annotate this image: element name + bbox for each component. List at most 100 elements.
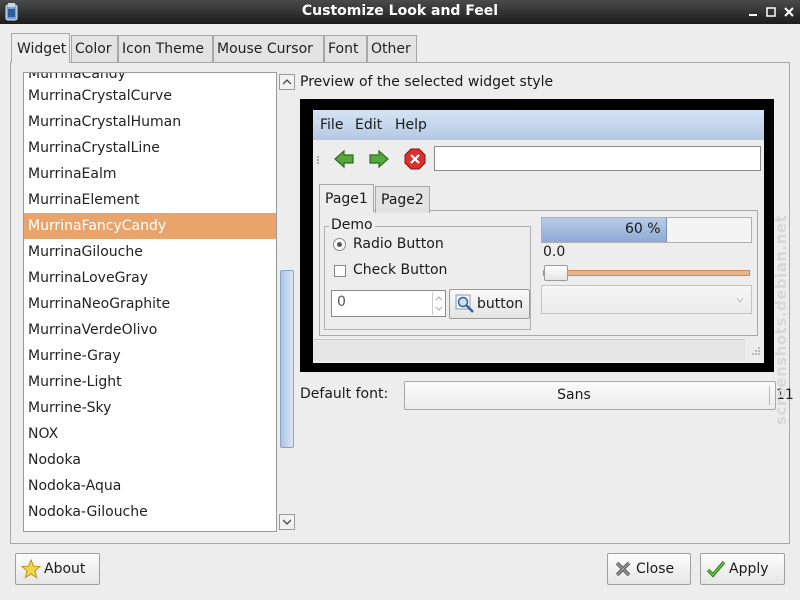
list-item[interactable]: MurrinaLoveGray [24, 265, 276, 291]
list-item-label: Nodoka-Gilouche [28, 504, 148, 520]
preview-menu-file[interactable]: File [320, 117, 343, 133]
back-arrow-icon[interactable] [333, 148, 355, 174]
list-item-label: Murrine-Gray [28, 348, 121, 364]
list-item[interactable]: Nodoka [24, 447, 276, 473]
stop-icon[interactable] [404, 148, 426, 174]
check-button-label: Check Button [353, 262, 448, 278]
tab-icon-theme[interactable]: Icon Theme [118, 35, 213, 62]
tab-font[interactable]: Font [324, 35, 367, 62]
list-item-label: MurrinaElement [28, 192, 140, 208]
preview-button[interactable]: button [449, 289, 530, 319]
forward-arrow-icon[interactable] [368, 148, 390, 174]
tab-widget[interactable]: Widget [11, 33, 70, 63]
apply-button-label: Apply [729, 561, 769, 577]
list-item-label: MurrinaCrystalLine [28, 140, 160, 156]
font-separator [769, 386, 770, 405]
star-icon [20, 558, 42, 580]
tab-font-label: Font [328, 41, 359, 57]
list-item-label: MurrinaVerdeOlivo [28, 322, 158, 338]
list-item-label: MurrinaCrystalCurve [28, 88, 172, 104]
apply-button[interactable]: Apply [700, 553, 785, 585]
preview-combo[interactable] [541, 285, 752, 314]
scale-slider[interactable] [544, 265, 568, 281]
scale-value: 0.0 [543, 244, 566, 260]
list-item-label: MurrinaCrystalHuman [28, 114, 182, 130]
font-name: Sans [557, 387, 591, 403]
preview-tab-page2-label: Page2 [381, 192, 424, 208]
minimize-icon[interactable] [746, 5, 760, 19]
preview-label: Preview of the selected widget style [300, 74, 554, 90]
list-item[interactable]: Nodoka-Aqua [24, 473, 276, 499]
list-item[interactable]: MurrinaGilouche [24, 239, 276, 265]
tab-color-label: Color [75, 41, 112, 57]
combo-arrow-icon [736, 297, 744, 303]
window-title: Customize Look and Feel [301, 3, 499, 19]
resize-grip-icon [752, 347, 760, 355]
toolbar-grip-icon [317, 156, 319, 164]
tab-icon-theme-label: Icon Theme [122, 41, 205, 57]
preview-tab-page2[interactable]: Page2 [375, 186, 430, 213]
list-item-label: MurrinaLoveGray [28, 270, 149, 286]
list-item[interactable]: MurrinaNeoGraphite [24, 291, 276, 317]
radio-button[interactable] [333, 238, 346, 251]
radio-button-label: Radio Button [353, 236, 444, 252]
list-item[interactable]: Murrine-Sky [24, 395, 276, 421]
default-font-label: Default font: [300, 386, 389, 402]
demo-frame-label: Demo [329, 217, 375, 233]
list-item-label: Nodoka-Aqua [28, 478, 122, 494]
list-item[interactable]: Nodoka-Gilouche [24, 499, 276, 525]
maximize-icon[interactable] [764, 5, 778, 19]
watermark-text: screenshots.debian.net [772, 214, 790, 425]
preview-tab-page1[interactable]: Page1 [319, 184, 374, 212]
list-item-label: MurrinaEalm [28, 166, 117, 182]
tab-widget-label: Widget [17, 40, 67, 57]
checkmark-icon [705, 558, 727, 580]
magnifier-icon [455, 294, 475, 314]
check-button[interactable] [334, 265, 346, 277]
scroll-up-icon[interactable] [279, 74, 295, 90]
close-button[interactable]: Close [607, 553, 691, 585]
close-window-icon[interactable] [782, 5, 796, 19]
scale-track[interactable] [543, 270, 750, 276]
about-button[interactable]: About [15, 553, 100, 585]
list-item-selected[interactable]: MurrinaFancyCandy [24, 213, 276, 239]
preview-tab-page1-label: Page1 [325, 190, 368, 207]
about-button-label: About [44, 561, 86, 577]
list-item-label: MurrinaFancyCandy [28, 218, 167, 234]
list-item[interactable]: MurrinaCrystalLine [24, 135, 276, 161]
scrollbar-thumb[interactable] [280, 270, 294, 448]
tab-mouse-cursor-label: Mouse Cursor [217, 41, 313, 57]
list-item-label: Murrine-Sky [28, 400, 112, 416]
theme-list[interactable]: MurrinaCandy MurrinaCrystalCurve Murrina… [23, 72, 277, 532]
font-picker-button[interactable]: Sans 11 [404, 381, 794, 410]
preview-url-entry[interactable] [434, 146, 761, 171]
list-item-label: NOX [28, 426, 59, 442]
list-item[interactable]: Murrine-Light [24, 369, 276, 395]
close-button-label: Close [636, 561, 675, 577]
list-scrollbar[interactable] [279, 72, 295, 532]
tab-other-label: Other [371, 41, 411, 57]
preview-button-label: button [477, 296, 524, 312]
progress-bar: 60 % [541, 217, 752, 243]
spin-arrows[interactable] [432, 292, 444, 315]
tab-color[interactable]: Color [71, 35, 118, 62]
list-item-label: Nodoka [28, 452, 81, 468]
scroll-down-icon[interactable] [279, 514, 295, 530]
tab-mouse-cursor[interactable]: Mouse Cursor [213, 35, 324, 62]
list-item[interactable]: MurrinaVerdeOlivo [24, 317, 276, 343]
preview-menu-edit[interactable]: Edit [355, 117, 382, 133]
tab-other[interactable]: Other [367, 35, 417, 62]
list-item[interactable]: NOX [24, 421, 276, 447]
title-bar[interactable]: Customize Look and Feel [0, 0, 800, 24]
list-item[interactable]: MurrinaElement [24, 187, 276, 213]
list-item[interactable]: MurrinaEalm [24, 161, 276, 187]
list-item[interactable]: MurrinaCrystalCurve [24, 83, 276, 109]
list-item[interactable]: MurrinaCrystalHuman [24, 109, 276, 135]
close-x-icon [612, 558, 634, 580]
list-item-label: MurrinaGilouche [28, 244, 143, 260]
spin-button[interactable] [331, 290, 446, 317]
list-item-label: MurrinaNeoGraphite [28, 296, 171, 312]
list-item-label: Murrine-Light [28, 374, 122, 390]
list-item[interactable]: Murrine-Gray [24, 343, 276, 369]
preview-menu-help[interactable]: Help [395, 117, 427, 133]
